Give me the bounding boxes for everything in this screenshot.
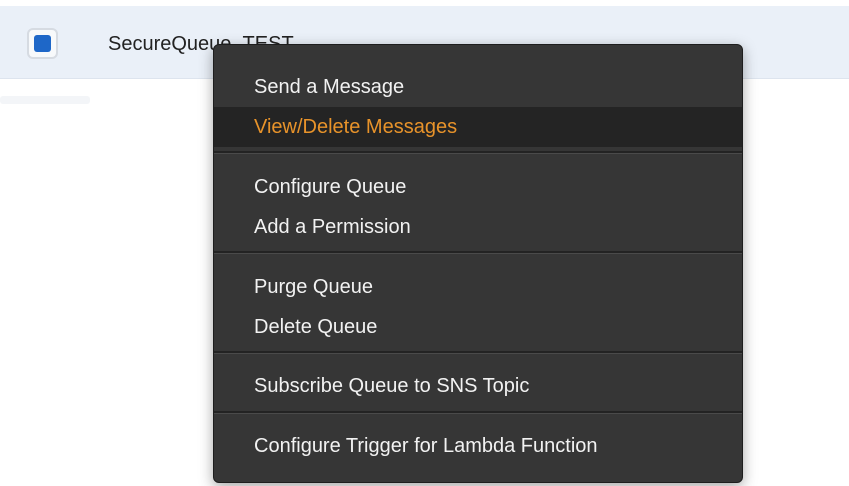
- menu-separator: [214, 251, 742, 254]
- checkbox-checked-indicator: [34, 35, 51, 52]
- menu-separator: [214, 411, 742, 414]
- menu-item-purge-queue[interactable]: Purge Queue: [214, 267, 742, 307]
- row-select-checkbox[interactable]: [27, 28, 58, 59]
- queue-list-page: SecureQueue_TEST Send a Message View/Del…: [0, 0, 849, 486]
- queue-actions-context-menu: Send a Message View/Delete Messages Conf…: [213, 44, 743, 483]
- menu-item-configure-lambda-trigger[interactable]: Configure Trigger for Lambda Function: [214, 426, 742, 466]
- menu-item-send-message[interactable]: Send a Message: [214, 67, 742, 107]
- menu-separator: [214, 151, 742, 154]
- menu-item-add-permission[interactable]: Add a Permission: [214, 207, 742, 247]
- menu-item-delete-queue[interactable]: Delete Queue: [214, 307, 742, 347]
- menu-item-configure-queue[interactable]: Configure Queue: [214, 167, 742, 207]
- faded-row-placeholder: [0, 96, 90, 104]
- menu-separator: [214, 351, 742, 354]
- menu-item-view-delete-messages[interactable]: View/Delete Messages: [214, 107, 742, 147]
- menu-item-subscribe-sns-topic[interactable]: Subscribe Queue to SNS Topic: [214, 366, 742, 406]
